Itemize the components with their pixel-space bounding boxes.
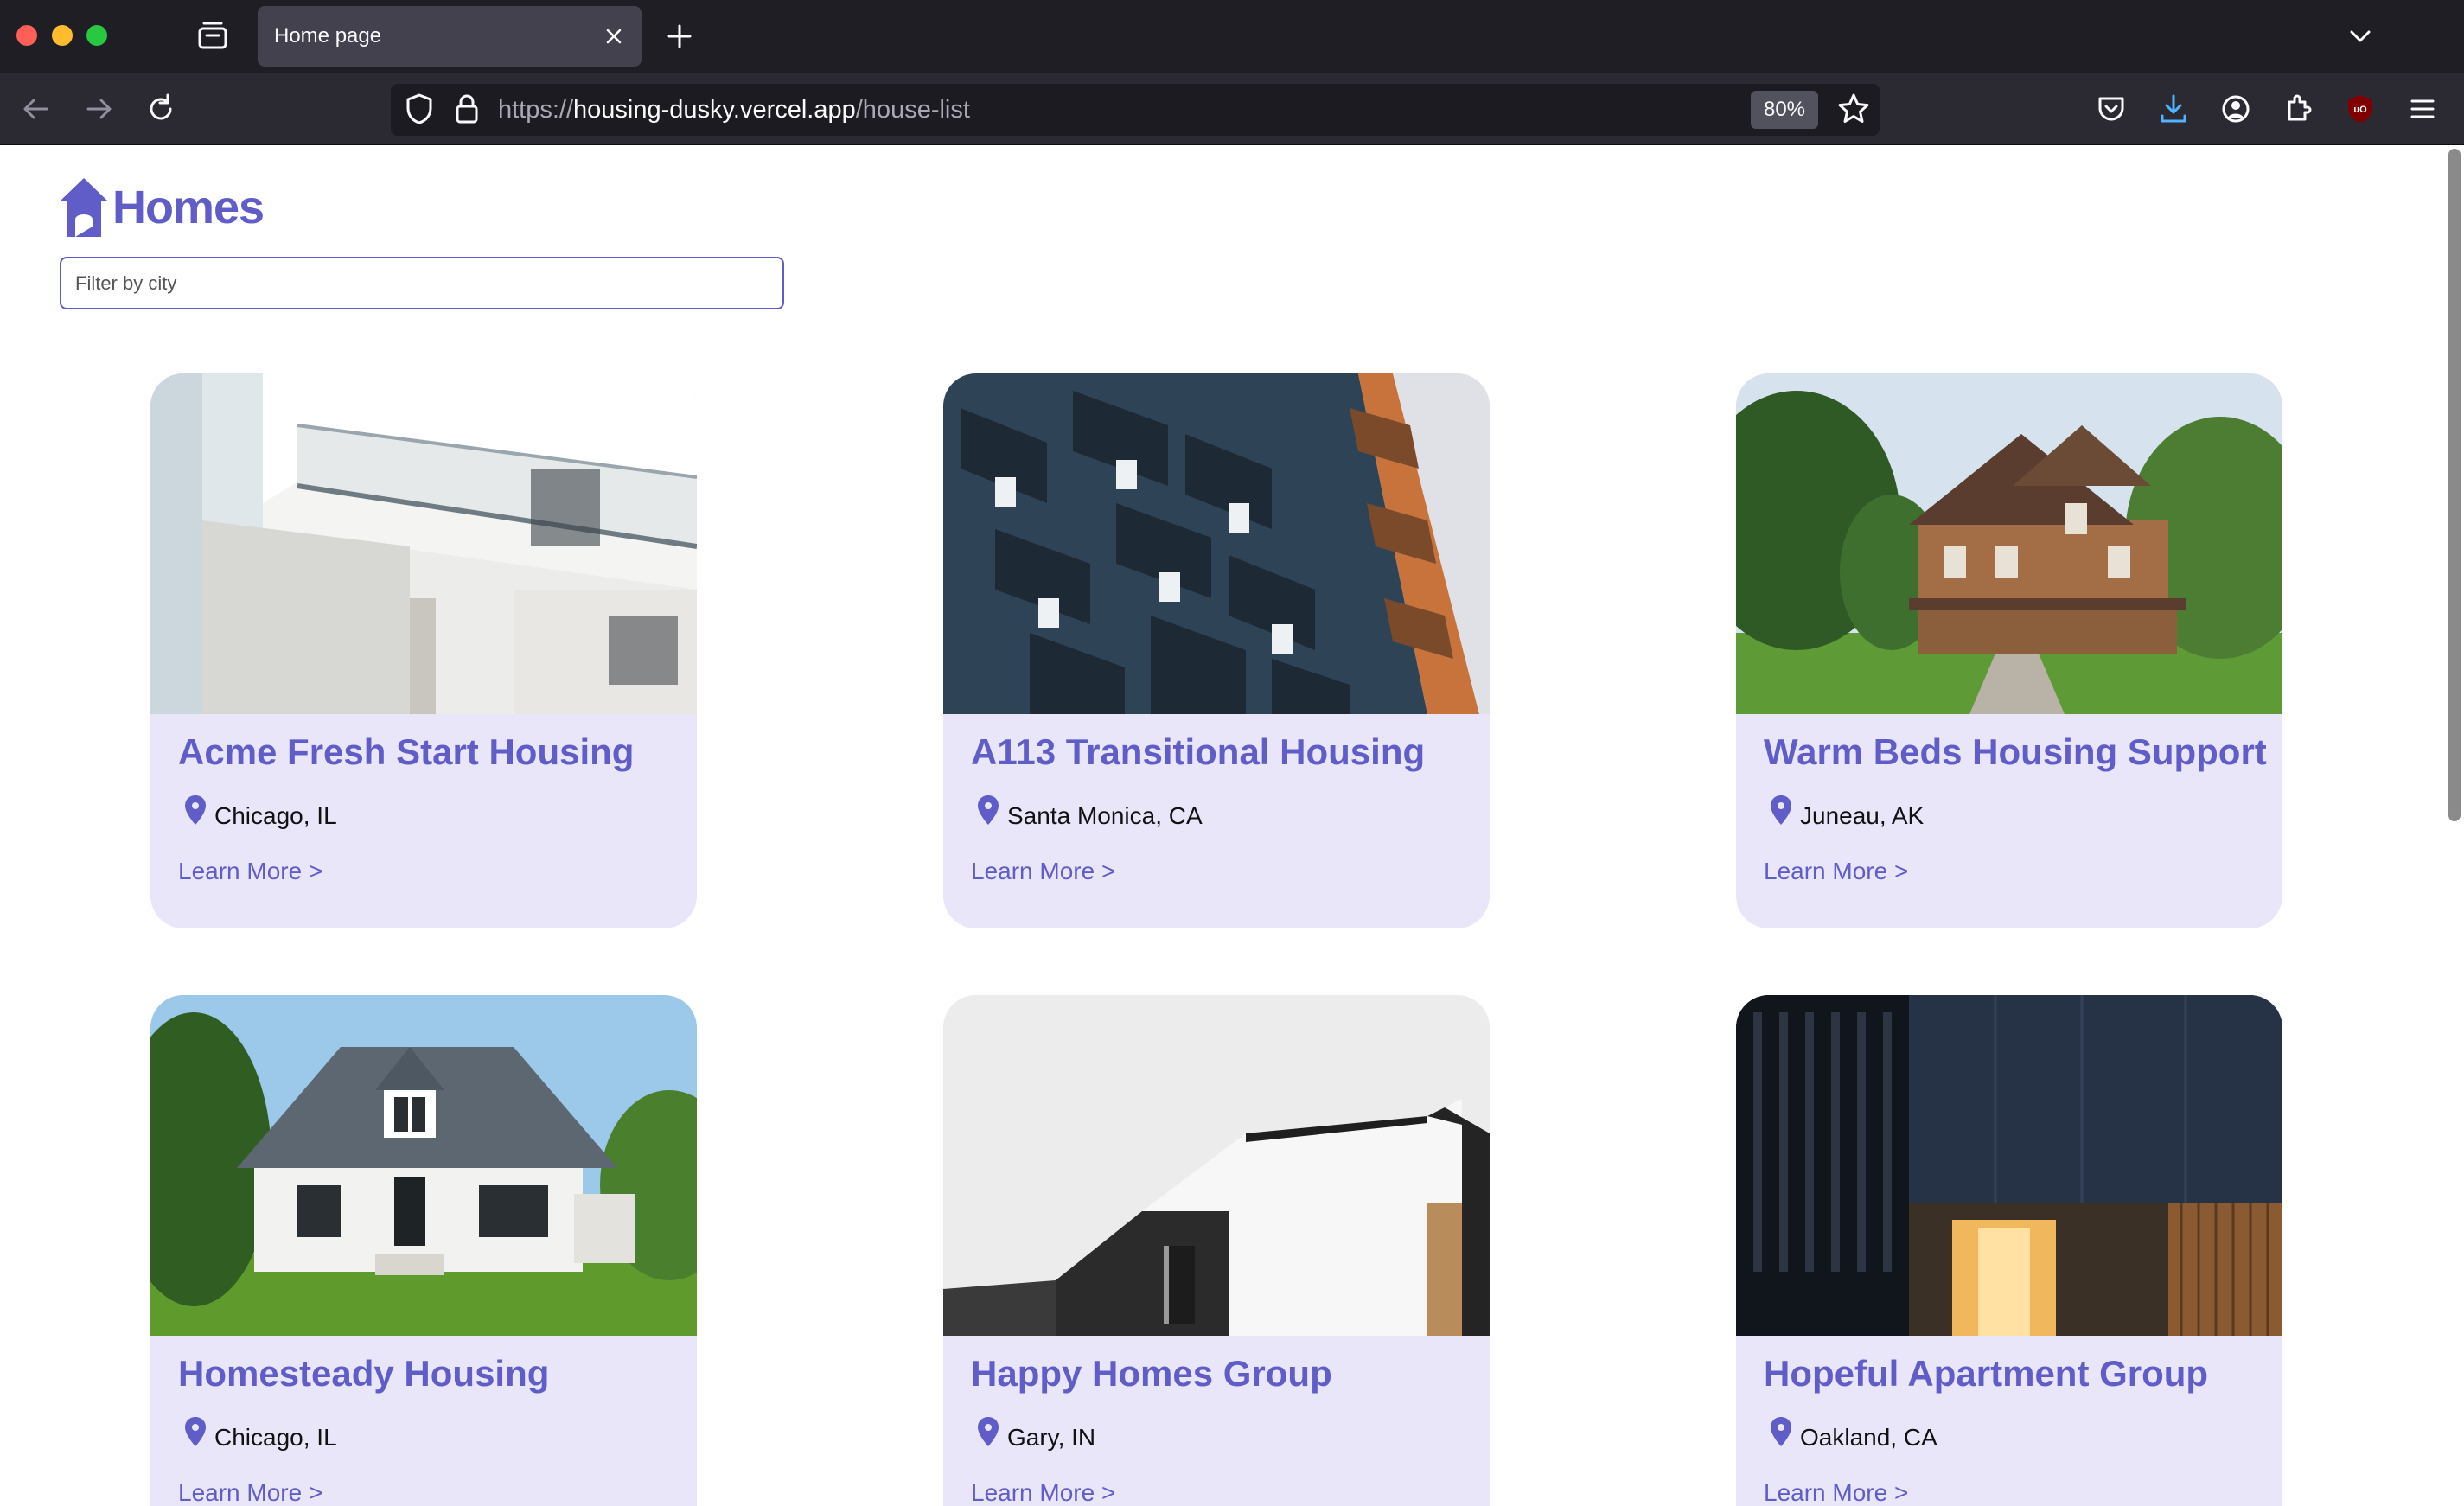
ublock-shield-icon[interactable]: uO — [2341, 90, 2379, 128]
url-scheme: https:// — [498, 96, 574, 124]
menu-icon[interactable] — [2403, 90, 2442, 128]
zoom-level-button[interactable]: 80% — [1751, 91, 1818, 129]
page-content: Homes Acme Fresh Start Housing Chicago, … — [0, 145, 2445, 1506]
map-pin-icon — [1771, 1417, 1791, 1446]
url-text[interactable]: https://housing-dusky.vercel.app/house-l… — [498, 96, 970, 124]
learn-more-link[interactable]: Learn More > — [971, 858, 1115, 885]
listing-photo[interactable] — [150, 995, 697, 1336]
minimize-window-button[interactable] — [52, 25, 73, 46]
listing-card: Homesteady Housing Chicago, IL Learn Mor… — [150, 995, 697, 1506]
listing-name: Warm Beds Housing Support — [1764, 731, 2267, 772]
listing-card: Happy Homes Group Gary, IN Learn More > — [943, 995, 1490, 1506]
listing-photo[interactable] — [1736, 373, 2282, 714]
listing-location: Oakland, CA — [1800, 1424, 1937, 1451]
extensions-icon[interactable] — [2279, 90, 2317, 128]
lock-icon[interactable] — [448, 90, 486, 128]
close-window-button[interactable] — [16, 25, 37, 46]
listing-card: Hopeful Apartment Group Oakland, CA Lear… — [1736, 995, 2282, 1506]
listing-name: Homesteady Housing — [178, 1353, 550, 1394]
close-icon[interactable] — [600, 22, 628, 50]
listing-card: A113 Transitional Housing Santa Monica, … — [943, 373, 1490, 928]
pocket-icon[interactable] — [2092, 90, 2130, 128]
map-pin-icon — [185, 795, 206, 825]
listing-photo[interactable] — [150, 373, 697, 714]
star-icon[interactable] — [1835, 90, 1873, 128]
svg-text:uO: uO — [2353, 105, 2367, 115]
url-host: housing-dusky.vercel.app — [573, 96, 856, 124]
listing-location: Chicago, IL — [214, 1424, 337, 1451]
listing-photo[interactable] — [943, 995, 1490, 1336]
learn-more-link[interactable]: Learn More > — [971, 1479, 1115, 1506]
listing-card: Acme Fresh Start Housing Chicago, IL Lea… — [150, 373, 697, 928]
scrollbar-thumb[interactable] — [2448, 149, 2461, 821]
listing-location: Chicago, IL — [214, 802, 337, 829]
listing-card: Warm Beds Housing Support Juneau, AK Lea… — [1736, 373, 2282, 928]
map-pin-icon — [978, 795, 999, 825]
learn-more-link[interactable]: Learn More > — [178, 858, 322, 885]
house-logo-icon — [61, 178, 107, 237]
listing-photo[interactable] — [1736, 995, 2282, 1336]
listing-name: Happy Homes Group — [971, 1353, 1332, 1394]
tab-title: Home page — [274, 24, 382, 48]
forward-arrow-icon[interactable] — [80, 90, 118, 128]
zoom-window-button[interactable] — [86, 25, 107, 46]
listing-name: Hopeful Apartment Group — [1764, 1353, 2209, 1394]
url-path: /house-list — [855, 96, 970, 124]
map-pin-icon — [185, 1417, 206, 1446]
learn-more-link[interactable]: Learn More > — [1764, 858, 1908, 885]
account-icon[interactable] — [2217, 90, 2255, 128]
listing-location: Gary, IN — [1007, 1424, 1096, 1451]
shield-icon[interactable] — [400, 90, 438, 128]
listing-name: Acme Fresh Start Housing — [178, 731, 635, 772]
learn-more-link[interactable]: Learn More > — [178, 1479, 322, 1506]
chevron-down-icon[interactable] — [2345, 21, 2376, 52]
filter-by-city-input[interactable] — [60, 257, 784, 309]
learn-more-link[interactable]: Learn More > — [1764, 1479, 1908, 1506]
tab-tray-icon[interactable] — [195, 21, 230, 52]
map-pin-icon — [978, 1417, 999, 1446]
map-pin-icon — [1771, 795, 1791, 825]
download-icon[interactable] — [2154, 90, 2193, 128]
listing-location: Santa Monica, CA — [1007, 802, 1203, 829]
logo-text: Homes — [112, 182, 265, 233]
page-scrollbar[interactable] — [2445, 145, 2464, 1506]
listing-photo[interactable] — [943, 373, 1490, 714]
reload-icon[interactable] — [142, 90, 180, 128]
listing-location: Juneau, AK — [1800, 802, 1925, 829]
back-arrow-icon[interactable] — [17, 90, 55, 128]
plus-icon[interactable] — [664, 21, 695, 52]
listing-name: A113 Transitional Housing — [971, 731, 1426, 772]
site-logo[interactable]: Homes — [59, 176, 265, 239]
browser-tab-bar: Home page — [0, 0, 2464, 73]
